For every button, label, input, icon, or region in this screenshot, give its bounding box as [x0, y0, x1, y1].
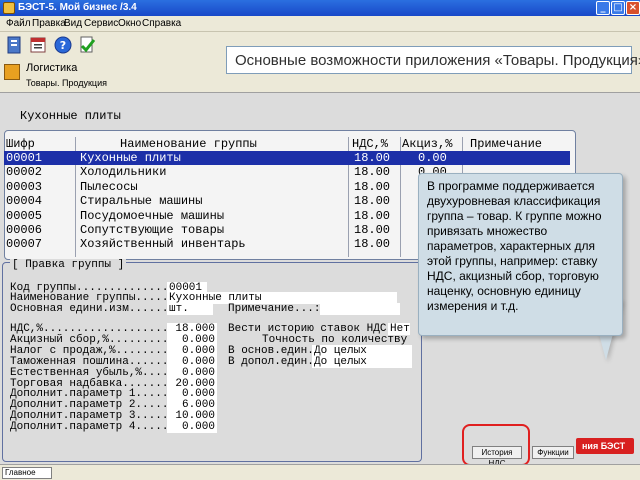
menu-help[interactable]: Справка	[142, 18, 181, 29]
menu-edit[interactable]: Правка	[32, 18, 66, 29]
precision-extra-field[interactable]: До целых	[312, 356, 412, 368]
cell-vat: 18.00	[354, 237, 391, 252]
info-callout: В программе поддерживается двухуровневая…	[418, 173, 623, 336]
best-banner: ния БЭСТ	[576, 438, 634, 454]
cell-name: Пылесосы	[80, 179, 138, 194]
title-bar: БЭСТ-5. Мой бизнес /3.4 _ □ ×	[0, 0, 640, 16]
grid-header: Шифр Наименование группы НДС,% Акциз,% П…	[4, 137, 570, 151]
cell-vat: 18.00	[354, 151, 391, 165]
note-label: Примечание...:	[228, 303, 321, 315]
nav-subtitle[interactable]: Товары. Продукция	[26, 78, 107, 88]
menu-bar: Файл Правка Вид Сервис Окно Справка	[0, 16, 640, 32]
cell-name: Сопутствующие товары	[80, 223, 225, 237]
cell-vat: 18.00	[354, 179, 391, 194]
cell-name: Посудомоечные машины	[80, 208, 225, 223]
unit-field[interactable]: шт.	[167, 303, 213, 315]
nav-title[interactable]: Логистика	[26, 62, 77, 74]
col-note-header[interactable]: Примечание	[470, 137, 542, 151]
status-bar: Главное меню	[0, 464, 640, 480]
param-label: Дополнит.параметр 4......:	[10, 421, 182, 434]
table-row[interactable]: 00001 Кухонные плиты 18.00 0.00	[4, 151, 570, 165]
module-icon[interactable]	[5, 35, 25, 55]
col-vat-header[interactable]: НДС,%	[352, 137, 388, 151]
functions-button[interactable]: Функции	[532, 446, 574, 459]
menu-service[interactable]: Сервис	[84, 18, 118, 29]
col-name-header[interactable]: Наименование группы	[120, 137, 257, 151]
nav-section: Логистика Товары. Продукция	[0, 58, 226, 92]
cell-vat: 18.00	[354, 223, 391, 237]
cell-code: 00007	[6, 237, 43, 252]
toolbar: ?	[0, 32, 226, 58]
edit-panel-title: [ Правка группы ]	[10, 259, 127, 271]
cell-code: 00005	[6, 208, 43, 223]
help-icon[interactable]: ?	[53, 35, 73, 55]
menu-file[interactable]: Файл	[6, 18, 31, 29]
unit-label: Основная едини.изм.......:	[10, 303, 182, 315]
section-title: Кухонные плиты	[20, 109, 121, 123]
cell-name: Холодильники	[80, 165, 167, 180]
cell-vat: 18.00	[354, 165, 391, 180]
cell-name: Стиральные машины	[80, 194, 203, 209]
app-icon	[3, 2, 15, 14]
svg-text:?: ?	[60, 39, 66, 52]
cell-vat: 18.00	[354, 208, 391, 223]
slide-heading: Основные возможности приложения «Товары.…	[226, 46, 640, 74]
cell-code: 00004	[6, 194, 43, 209]
cell-vat: 18.00	[354, 194, 391, 209]
note-field[interactable]	[320, 303, 400, 315]
cell-name: Кухонные плиты	[80, 151, 181, 165]
close-button[interactable]: ×	[626, 1, 640, 15]
precision-extra-label: В допол.един.:	[228, 356, 321, 368]
window-title: БЭСТ-5. Мой бизнес /3.4	[18, 2, 137, 13]
param-field[interactable]: 0.000	[167, 421, 217, 434]
maximize-button[interactable]: □	[611, 1, 625, 15]
menu-view[interactable]: Вид	[64, 18, 82, 29]
cell-code: 00002	[6, 165, 43, 180]
cell-excise: 0.00	[418, 151, 447, 165]
menu-window[interactable]: Окно	[118, 18, 141, 29]
main-menu-button[interactable]: Главное меню	[2, 467, 52, 480]
cell-code: 00003	[6, 179, 43, 194]
check-icon[interactable]	[77, 35, 97, 55]
cell-code: 00006	[6, 223, 43, 237]
cell-code: 00001	[6, 151, 43, 165]
col-code-header[interactable]: Шифр	[6, 137, 35, 151]
highlight-ring	[462, 424, 530, 466]
minimize-button[interactable]: _	[596, 1, 610, 15]
col-excise-header[interactable]: Акциз,%	[402, 137, 452, 151]
report-icon[interactable]	[29, 35, 49, 55]
cell-name: Хозяйственный инвентарь	[80, 237, 246, 252]
logistics-icon	[4, 64, 20, 80]
